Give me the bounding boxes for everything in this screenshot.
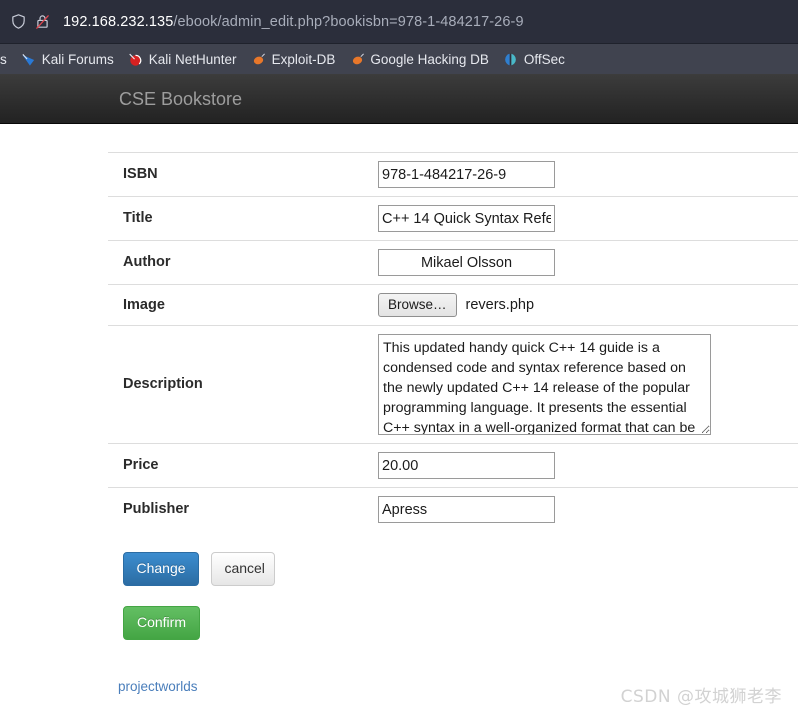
row-label-author: Author [123, 254, 171, 271]
confirm-wrapper: Confirm [123, 606, 798, 640]
bookmark-clipped[interactable]: s [0, 44, 14, 74]
title-input[interactable] [378, 205, 555, 232]
row-value-publisher [378, 488, 798, 532]
kali-nethunter-icon [128, 51, 144, 67]
table-row-author: Author [108, 240, 798, 285]
description-textarea[interactable]: This updated handy quick C++ 14 guide is… [378, 334, 711, 435]
row-label-title: Title [123, 210, 153, 227]
row-value-description: This updated handy quick C++ 14 guide is… [378, 326, 798, 444]
bookmark-exploit-db[interactable]: Exploit-DB [244, 44, 343, 74]
kali-forums-icon [21, 51, 37, 67]
lock-slashed-insecure-icon[interactable] [30, 10, 54, 34]
row-value-title [378, 197, 798, 241]
row-value-author [378, 241, 798, 285]
bookmark-label: Exploit-DB [271, 51, 336, 67]
bookmarks-bar: s Kali Forums Kali NetHunter Exploit-DB … [0, 44, 798, 74]
bookmark-label: s [0, 51, 7, 67]
site-navbar: CSE Bookstore [0, 74, 798, 124]
url-bar[interactable]: 192.168.232.135/ebook/admin_edit.php?boo… [0, 0, 798, 44]
navbar-brand[interactable]: CSE Bookstore [0, 89, 242, 109]
row-value-isbn [378, 153, 798, 197]
bookmark-kali-forums[interactable]: Kali Forums [14, 44, 121, 74]
author-input[interactable] [378, 249, 555, 276]
browser-chrome: 192.168.232.135/ebook/admin_edit.php?boo… [0, 0, 798, 74]
form-actions: Change cancel Confirm [123, 531, 798, 640]
selected-file-name: revers.php [465, 296, 535, 313]
table-row-isbn: ISBN [108, 152, 798, 197]
projectworlds-link[interactable]: projectworlds [118, 679, 198, 694]
bookmark-label: OffSec [523, 51, 565, 67]
browse-button[interactable]: Browse… [378, 293, 457, 317]
bookmark-kali-nethunter[interactable]: Kali NetHunter [121, 44, 244, 74]
url-text[interactable]: 192.168.232.135/ebook/admin_edit.php?boo… [63, 14, 524, 30]
row-label-price: Price [123, 457, 159, 474]
csdn-watermark: CSDN @攻城狮老李 [620, 687, 782, 707]
row-value-image: Browse… revers.php [378, 285, 798, 326]
table-row-price: Price [108, 443, 798, 488]
bookmark-label: Kali Forums [41, 51, 114, 67]
row-label-image: Image [123, 296, 165, 313]
table-row-title: Title [108, 196, 798, 241]
url-host: 192.168.232.135 [63, 13, 174, 30]
bookmark-label: Google Hacking DB [370, 51, 489, 67]
offsec-icon [503, 51, 519, 67]
row-value-price [378, 444, 798, 488]
isbn-input[interactable] [378, 161, 555, 188]
url-path: /ebook/admin_edit.php?bookisbn=978-1-484… [173, 13, 524, 30]
exploit-db-icon [251, 51, 267, 67]
change-button[interactable]: Change [123, 552, 199, 586]
file-input-group[interactable]: Browse… revers.php [378, 293, 798, 317]
bookmark-offsec[interactable]: OffSec [496, 44, 572, 74]
row-label-isbn: ISBN [123, 166, 158, 183]
confirm-button[interactable]: Confirm [123, 606, 200, 640]
cancel-button[interactable]: cancel [211, 552, 276, 586]
table-row-publisher: Publisher [108, 487, 798, 532]
table-row-image: Image Browse… revers.php [108, 284, 798, 326]
row-label-description: Description [123, 376, 203, 393]
bookmark-label: Kali NetHunter [148, 51, 237, 67]
table-row-description: Description This updated handy quick C++… [108, 325, 798, 444]
shield-icon[interactable] [6, 10, 30, 34]
book-edit-table: ISBN Title Author Image [108, 152, 798, 531]
row-label-publisher: Publisher [123, 501, 190, 518]
publisher-input[interactable] [378, 496, 555, 523]
bookmark-google-hacking-db[interactable]: Google Hacking DB [342, 44, 496, 74]
google-hacking-db-icon [349, 51, 365, 67]
page-content: ISBN Title Author Image [0, 124, 798, 696]
price-input[interactable] [378, 452, 555, 479]
